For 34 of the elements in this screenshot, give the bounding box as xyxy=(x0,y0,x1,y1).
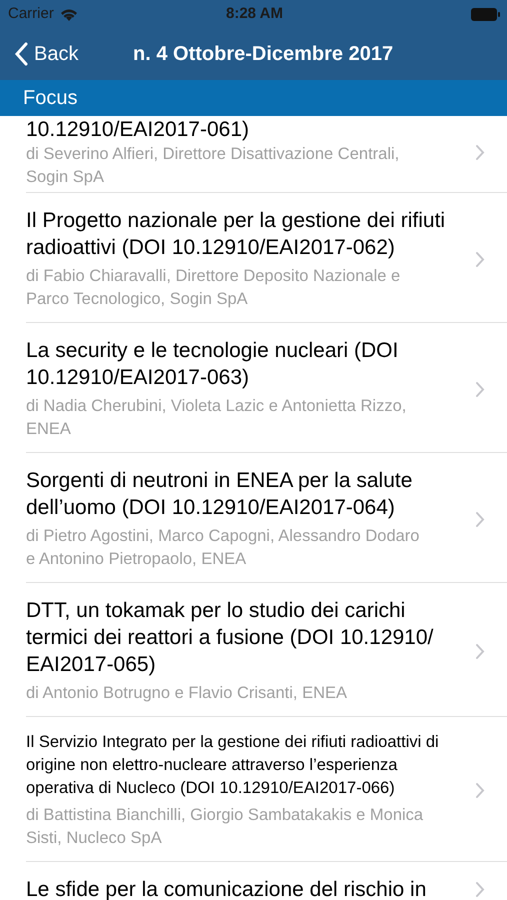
section-header: Focus xyxy=(0,80,507,116)
carrier-label: Carrier xyxy=(8,4,54,24)
article-row[interactable]: La security e le tecnologie nucleari (DOI 10.12910/EAI2017-063) di Nadia Cherubini, Violeta Lazic e Antonietta Rizzo, ENEA xyxy=(0,323,507,452)
back-button[interactable]: Back xyxy=(14,39,78,69)
chevron-right-icon xyxy=(475,881,485,898)
article-title: Le sfide per la comunicazione del rischio in xyxy=(26,877,426,900)
chevron-right-icon xyxy=(475,782,485,799)
screen-title: n. 4 Ottobre-Dicembre 2017 xyxy=(133,42,394,67)
article-authors: di Battistina Bianchilli, Giorgio Sambatakakis e Monica Sisti, Nucleco SpA xyxy=(26,805,424,849)
status-time: 8:28 AM xyxy=(226,4,283,24)
article-title: La security e le tecnologie nucleari (DOI 10.12910/EAI2017-063) xyxy=(26,338,400,391)
article-title: Il Progetto nazionale per la gestione dei rifiuti radioattivi (DOI 10.12910/EAI2017-062) xyxy=(26,208,446,261)
article-authors: di Antonio Botrugno e Flavio Crisanti, ENEA xyxy=(26,683,348,704)
chevron-left-icon xyxy=(14,42,28,66)
chevron-right-icon xyxy=(475,380,485,398)
article-authors: di Fabio Chiaravalli, Direttore Deposito Nazionale e Parco Tecnologico, Sogin SpA xyxy=(26,266,402,310)
battery-icon xyxy=(471,8,501,20)
wifi-icon xyxy=(60,8,78,20)
chevron-right-icon xyxy=(475,510,485,528)
article-authors: di Pietro Agostini, Marco Capogni, Alessandro Dodaro e Antonino Pietropaolo, ENEA xyxy=(26,526,420,570)
article-title: Sorgenti di neutroni in ENEA per la salute dell’uomo (DOI 10.12910/EAI2017-064) xyxy=(26,468,414,521)
article-title: DTT, un tokamak per lo studio dei carichi termici dei reattori a fusione (DOI 10.12910/ EAI2017-065) xyxy=(26,598,434,678)
article-authors: di Nadia Cherubini, Violeta Lazic e Antonietta Rizzo, ENEA xyxy=(26,396,408,440)
chevron-right-icon xyxy=(475,250,485,268)
chevron-right-icon xyxy=(475,144,485,161)
article-title: 10.12910/EAI2017-061) xyxy=(26,117,250,143)
article-row[interactable]: DTT, un tokamak per lo studio dei carichi termici dei reattori a fusione (DOI 10.12910/ EAI2017-065) di Antonio Botrugno e Flavio Crisanti, ENEA xyxy=(0,583,507,716)
article-row[interactable]: Il Progetto nazionale per la gestione dei rifiuti radioattivi (DOI 10.12910/EAI2017-062) di Fabio Chiaravalli, Direttore Deposito Nazionale e Parco Tecnologico, Sogin SpA xyxy=(0,193,507,322)
article-title: Il Servizio Integrato per la gestione dei rifiuti radioattivi di origine non elettro-nucleare attraverso l’esperienza operativa di Nucleco (DOI 10.12910/EAI2017-066) xyxy=(26,732,440,799)
chevron-right-icon xyxy=(475,642,485,660)
article-row[interactable]: Le sfide per la comunicazione del rischio in xyxy=(0,862,507,900)
article-row[interactable]: 10.12910/EAI2017-061) di Severino Alfieri, Direttore Disattivazione Centrali, Sogin SpA xyxy=(0,116,507,192)
article-row[interactable]: Sorgenti di neutroni in ENEA per la salute dell’uomo (DOI 10.12910/EAI2017-064) di Pietro Agostini, Marco Capogni, Alessandro Dodaro e Antonino Pietropaolo, ENEA xyxy=(0,453,507,582)
article-authors: di Severino Alfieri, Direttore Disattivazione Centrali, Sogin SpA xyxy=(26,144,400,188)
